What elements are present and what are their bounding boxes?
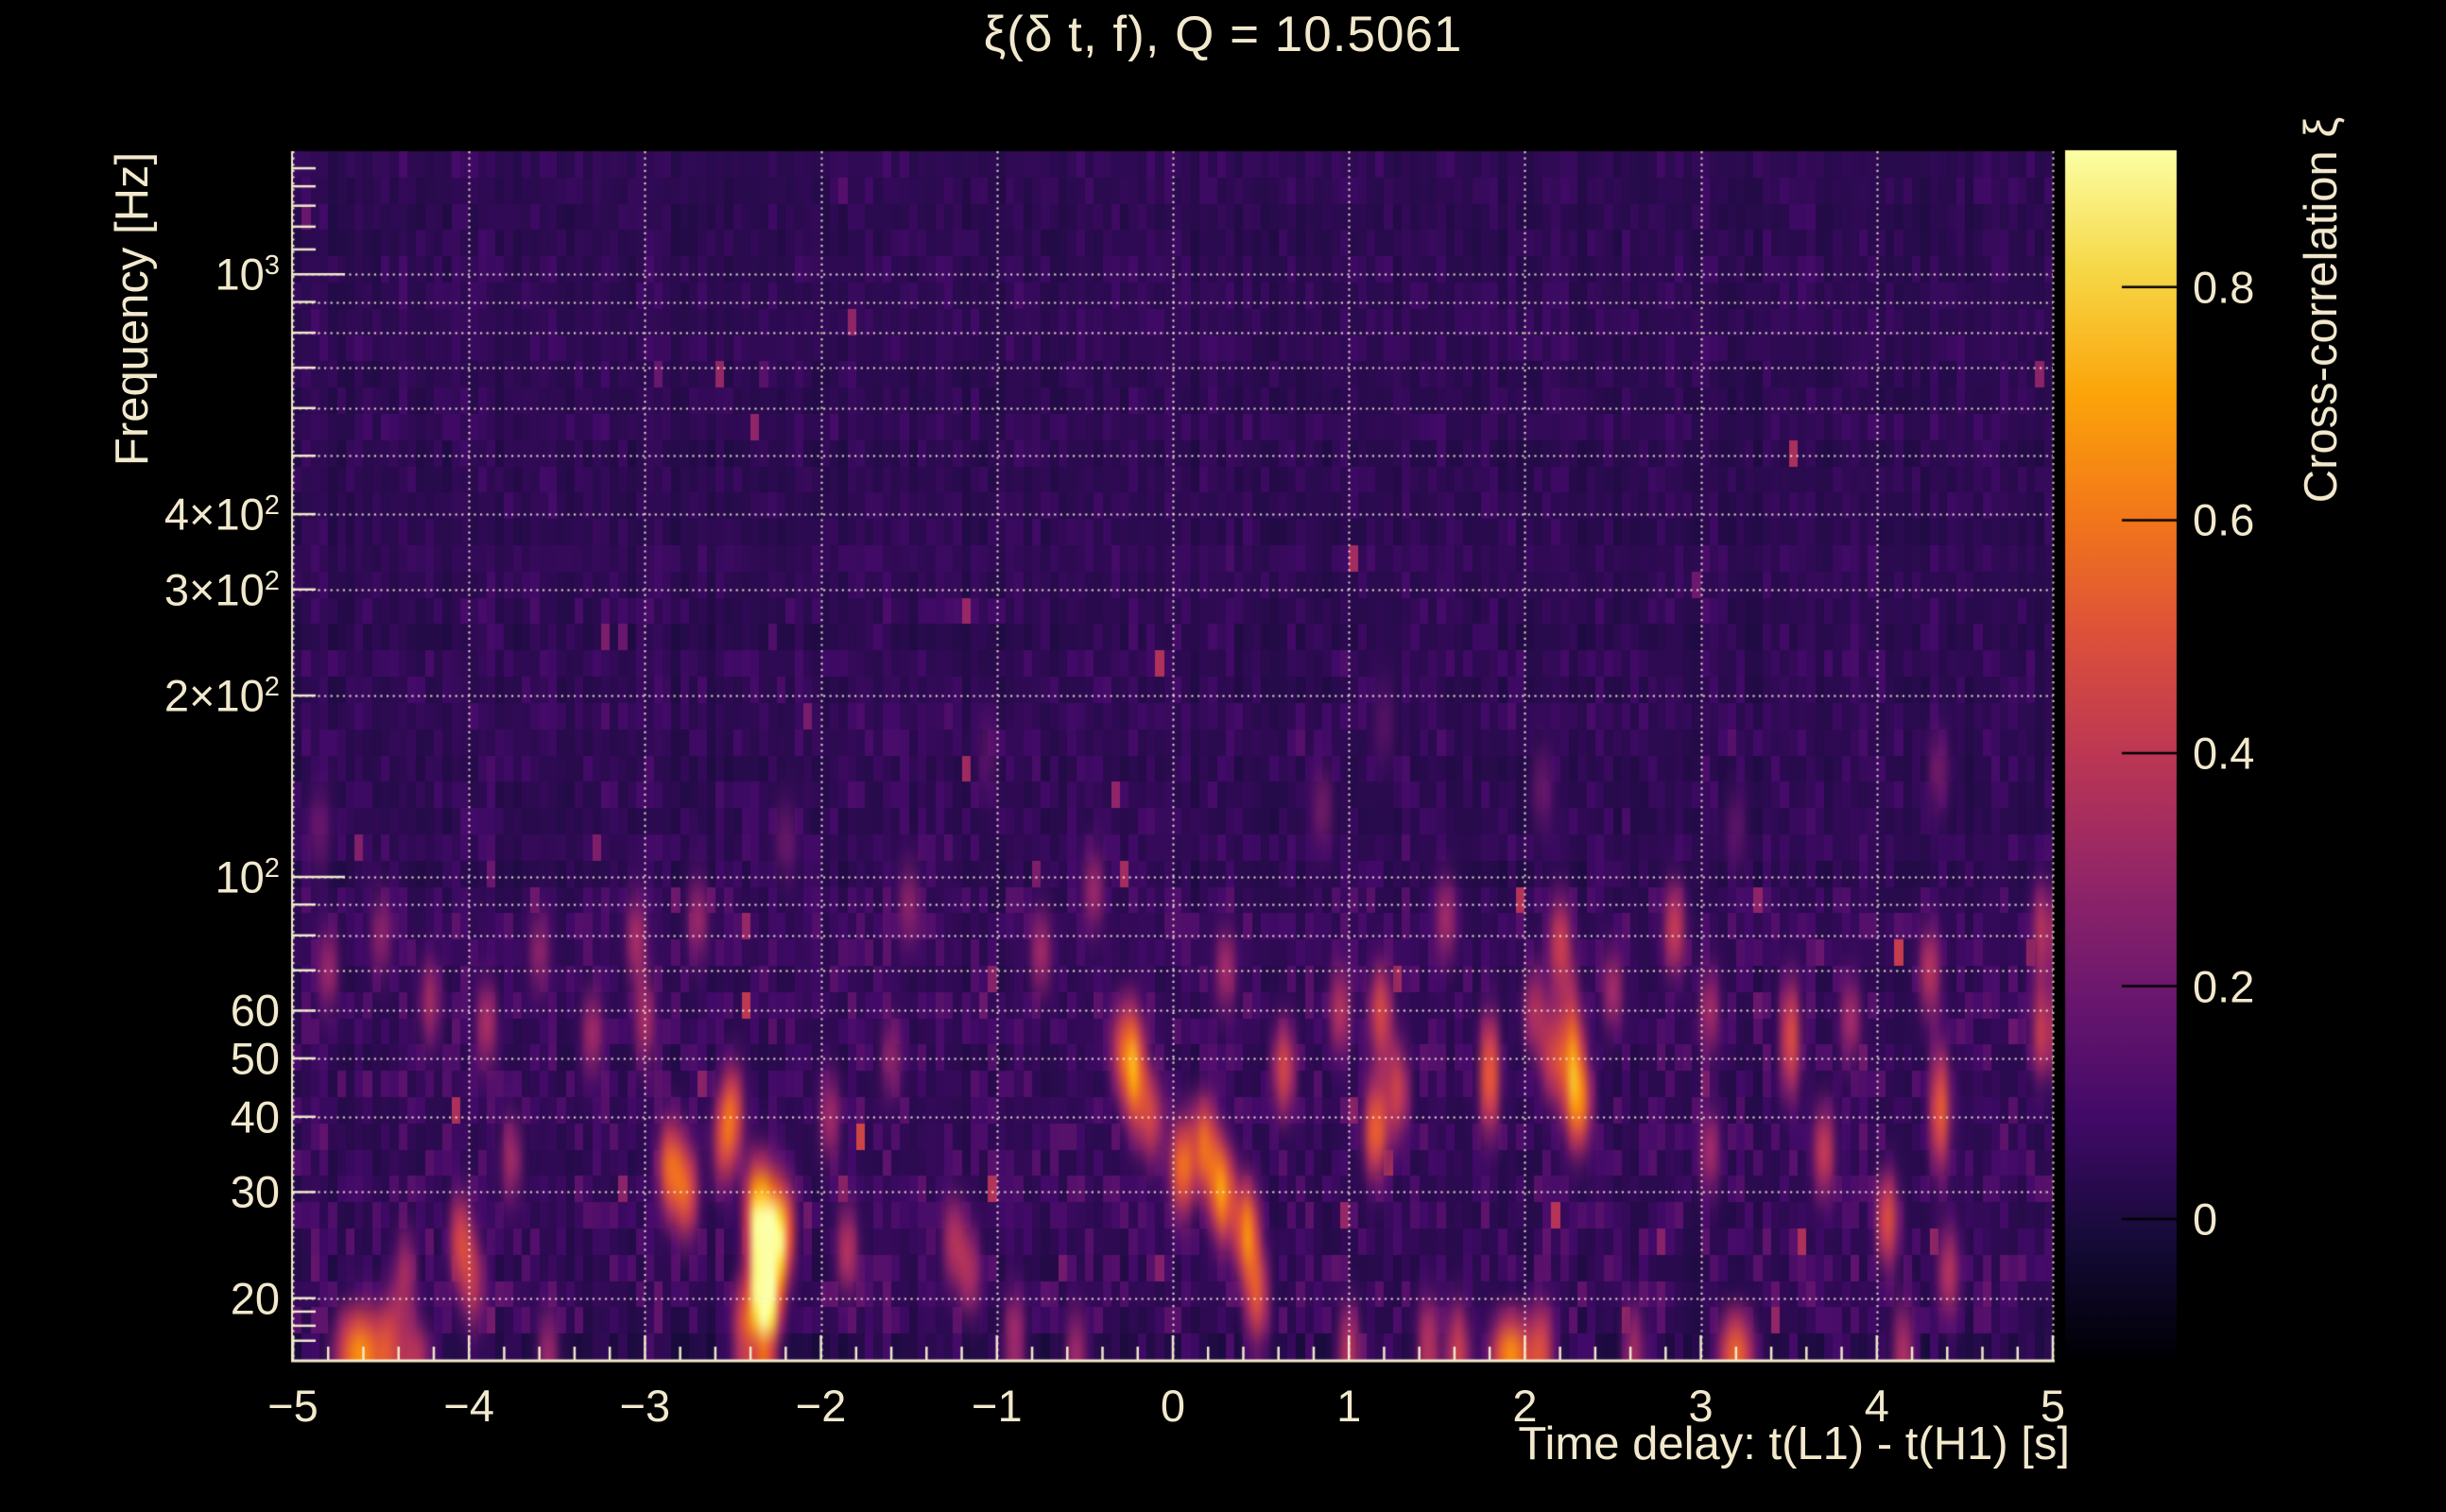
y-tick-label: 102 — [215, 851, 280, 902]
x-tick-label: 0 — [1160, 1381, 1186, 1431]
x-tick-label: −3 — [619, 1381, 671, 1431]
y-axis-title: Frequency [Hz] — [107, 151, 158, 467]
x-tick-label: 3 — [1688, 1381, 1714, 1431]
chart-title: ξ(δ t, f), Q = 10.5061 — [983, 7, 1463, 62]
x-tick-label: 5 — [2040, 1381, 2066, 1431]
x-tick-label: −4 — [443, 1381, 494, 1431]
y-tick-label: 30 — [230, 1166, 280, 1217]
y-tick-label: 50 — [230, 1033, 280, 1084]
colorbar-tick-label: 0.4 — [2193, 728, 2255, 779]
heatmap-canvas — [0, 0, 2446, 1512]
colorbar-tick-label: 0.8 — [2193, 262, 2255, 313]
figure-canvas: ξ(δ t, f), Q = 10.5061 Frequency [Hz] Ti… — [0, 0, 2446, 1512]
y-tick-label: 2×102 — [164, 670, 280, 721]
colorbar-tick-label: 0.2 — [2193, 961, 2255, 1011]
y-tick-label: 20 — [230, 1273, 280, 1324]
x-axis-title: Time delay: t(L1) - t(H1) [s] — [1518, 1418, 2070, 1469]
y-tick-label: 103 — [215, 249, 280, 300]
x-tick-label: −5 — [267, 1381, 319, 1431]
colorbar-tick-label: 0 — [2193, 1194, 2218, 1245]
colorbar-tick-label: 0.6 — [2193, 494, 2255, 545]
x-tick-label: 2 — [1512, 1381, 1538, 1431]
colorbar-title: Cross-correlation ξ — [2296, 116, 2347, 504]
x-tick-label: 1 — [1336, 1381, 1362, 1431]
y-tick-label: 40 — [230, 1091, 280, 1143]
y-tick-label: 3×102 — [164, 564, 280, 615]
y-tick-label: 60 — [230, 985, 280, 1036]
x-tick-label: −1 — [972, 1381, 1023, 1431]
y-tick-label: 4×102 — [164, 489, 280, 540]
x-tick-label: −2 — [795, 1381, 847, 1431]
x-tick-label: 4 — [1864, 1381, 1889, 1431]
